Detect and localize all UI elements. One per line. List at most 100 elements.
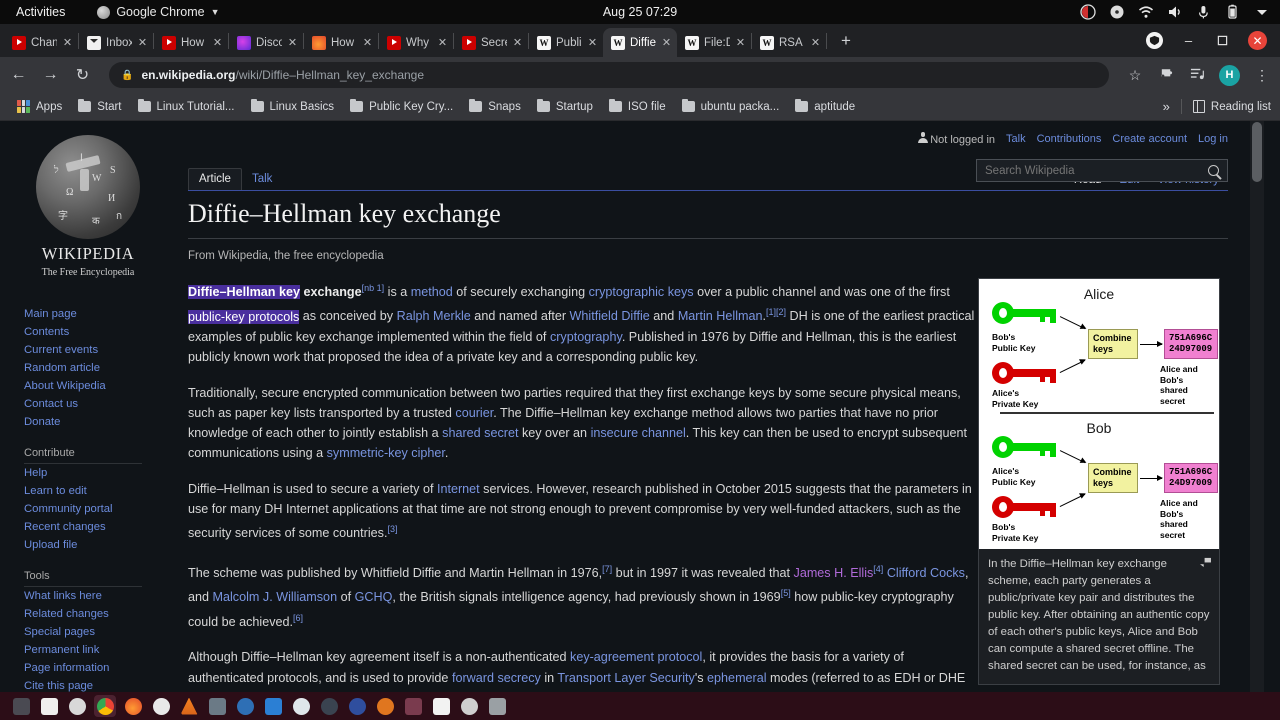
note-ref[interactable]: [nb 1] [362,283,385,293]
chrome-menu-icon[interactable]: ⋮ [1253,67,1271,84]
bookmark-star-icon[interactable]: ☆ [1126,67,1144,84]
link-courier[interactable]: courier [455,406,493,420]
dock-item-notes-icon[interactable] [430,695,452,717]
battery-icon[interactable] [1225,4,1241,20]
sidebar-item-permanent-link[interactable]: Permanent link [24,641,176,659]
usernav-talk[interactable]: Talk [1006,133,1026,145]
browser-tab-active[interactable]: W Diffie ✕ [603,28,677,57]
dock-item-firefox-icon[interactable] [122,695,144,717]
bookmark-linux-basics[interactable]: Linux Basics [243,98,343,116]
extensions-puzzle-icon[interactable] [1157,66,1175,84]
link-gchq[interactable]: GCHQ [355,591,393,605]
downloads-list-icon[interactable] [1188,66,1206,84]
dock-item-virtualbox-icon[interactable] [290,695,312,717]
sidebar-item-donate[interactable]: Donate [24,413,176,431]
link-whitfield-diffie[interactable]: Whitfield Diffie [570,310,650,324]
volume-icon[interactable] [1167,4,1183,20]
bookmark-startup[interactable]: Startup [529,98,601,116]
browser-tab[interactable]: Chan ✕ [4,28,78,57]
link-forward-secrecy[interactable]: forward secrecy [452,671,541,685]
forward-button[interactable]: → [41,66,60,84]
dock-item-xchat-icon[interactable] [374,695,396,717]
dock-item-bluefish-icon[interactable] [234,695,256,717]
link-ralph-merkle[interactable]: Ralph Merkle [397,310,471,324]
dock-item-filezilla-icon[interactable] [262,695,284,717]
bookmark-linux-tutorial[interactable]: Linux Tutorial... [130,98,243,116]
link-shared-secret[interactable]: shared secret [442,426,518,440]
sidebar-item-random-article[interactable]: Random article [24,359,176,377]
bookmark-iso-file[interactable]: ISO file [601,98,674,116]
bookmarks-overflow-icon[interactable]: » [1163,99,1170,114]
close-icon[interactable]: ✕ [62,36,73,49]
sidebar-item-about-wikipedia[interactable]: About Wikipedia [24,377,176,395]
ref-3[interactable]: [3] [387,524,397,534]
ref-6[interactable]: [6] [293,613,303,623]
dock-item-chrome-icon[interactable] [94,695,116,717]
bookmark-public-key-cry[interactable]: Public Key Cry... [342,98,461,116]
link-clifford-cocks[interactable]: Clifford Cocks [887,566,965,580]
maximize-button[interactable] [1214,32,1231,49]
ref-7[interactable]: [7] [602,564,612,574]
link-public-key-protocols[interactable]: public-key protocols [188,309,300,324]
shield-badge-icon[interactable] [1146,32,1163,49]
disk-icon[interactable] [1109,4,1125,20]
back-button[interactable]: ← [9,66,28,84]
bookmark-aptitude[interactable]: aptitude [787,98,863,116]
sidebar-item-what-links-here[interactable]: What links here [24,587,176,605]
link-malcolm-j-williamson[interactable]: Malcolm J. Williamson [213,591,338,605]
close-icon[interactable]: ✕ [362,36,373,49]
dock-item-settings-icon[interactable] [458,695,480,717]
usernav-contributions[interactable]: Contributions [1037,133,1102,145]
enlarge-icon[interactable] [1200,556,1211,567]
dock-item-trash-icon[interactable] [486,695,508,717]
dock-item-keepass-icon[interactable] [346,695,368,717]
wifi-icon[interactable] [1138,4,1154,20]
link-symmetric-key-cipher[interactable]: symmetric-key cipher [327,446,445,460]
reading-list-button[interactable]: Reading list [1192,100,1271,113]
sidebar-item-upload-file[interactable]: Upload file [24,536,176,554]
sidebar-item-help[interactable]: Help [24,464,176,482]
browser-tab[interactable]: W Publi ✕ [529,28,603,57]
close-button[interactable]: ✕ [1248,31,1267,50]
usernav-create-account[interactable]: Create account [1112,133,1187,145]
diffie-hellman-diagram-image[interactable]: Alice Bob's Public Key Alice's Private K… [979,279,1219,549]
browser-tab[interactable]: W File:D ✕ [677,28,751,57]
link-insecure-channel[interactable]: insecure channel [591,426,686,440]
sidebar-item-recent-changes[interactable]: Recent changes [24,518,176,536]
microphone-icon[interactable] [1196,4,1212,20]
close-icon[interactable]: ✕ [661,36,672,49]
clock[interactable]: Aug 25 07:29 [603,5,677,19]
bookmark-snaps[interactable]: Snaps [461,98,529,116]
browser-tab[interactable]: How ✕ [304,28,378,57]
sidebar-item-related-changes[interactable]: Related changes [24,605,176,623]
close-icon[interactable]: ✕ [287,36,298,49]
link-james-h-ellis[interactable]: James H. Ellis [794,566,874,580]
scrollbar-thumb[interactable] [1252,122,1262,182]
close-icon[interactable]: ✕ [587,36,598,49]
chevron-down-icon[interactable] [1254,4,1270,20]
tab-talk[interactable]: Talk [242,169,282,190]
browser-tab[interactable]: How ✕ [154,28,228,57]
browser-tab[interactable]: Disco ✕ [229,28,303,57]
link-cryptography[interactable]: cryptography [550,330,622,344]
bookmark-start[interactable]: Start [70,98,129,116]
address-bar[interactable]: 🔒 en.wikipedia.org/wiki/Diffie–Hellman_k… [109,62,1109,88]
usernav-log-in[interactable]: Log in [1198,133,1228,145]
sidebar-item-community-portal[interactable]: Community portal [24,500,176,518]
link-ephemeral[interactable]: ephemeral [707,671,767,685]
link-key-agreement-protocol[interactable]: key-agreement protocol [570,650,702,664]
page-scrollbar[interactable] [1250,121,1264,720]
ref-1-2[interactable]: [1][2] [766,307,786,317]
search-icon[interactable] [1208,165,1219,176]
sidebar-item-page-information[interactable]: Page information [24,659,176,677]
new-tab-button[interactable]: + [833,29,859,55]
close-icon[interactable]: ✕ [512,36,523,49]
link-martin-hellman[interactable]: Martin Hellman [678,310,763,324]
sidebar-item-learn-to-edit[interactable]: Learn to edit [24,482,176,500]
wikipedia-search[interactable] [976,159,1228,182]
search-input[interactable] [985,164,1208,177]
minimize-button[interactable]: – [1180,32,1197,49]
activities-button[interactable]: Activities [10,5,71,19]
link-cryptographic-keys[interactable]: cryptographic keys [589,285,694,299]
sidebar-item-contact-us[interactable]: Contact us [24,395,176,413]
